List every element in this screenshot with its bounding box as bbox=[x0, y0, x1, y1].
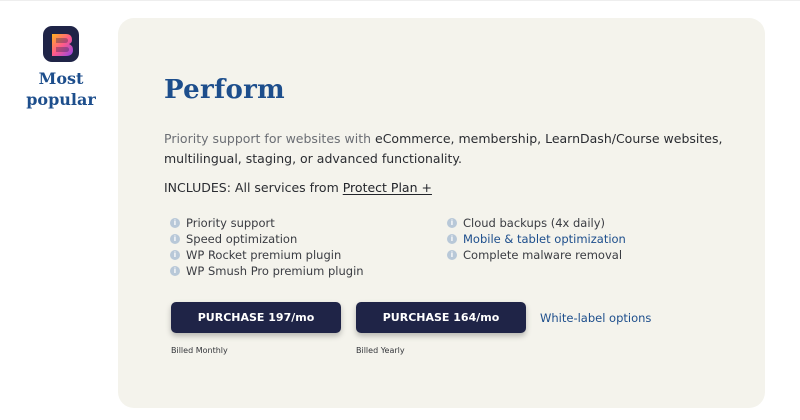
includes-line: INCLUDES: All services from Protect Plan… bbox=[164, 180, 432, 195]
plan-card: Perform Priority support for websites wi… bbox=[118, 18, 765, 408]
feature-label: WP Rocket premium plugin bbox=[186, 248, 342, 262]
feature-label: Complete malware removal bbox=[463, 248, 623, 262]
billed-yearly-note: Billed Yearly bbox=[356, 346, 405, 355]
feature-label: Speed optimization bbox=[186, 232, 298, 246]
info-icon[interactable]: i bbox=[447, 250, 457, 260]
most-popular-badge: Most popular bbox=[22, 26, 100, 110]
includes-label: INCLUDES: bbox=[164, 180, 231, 195]
most-popular-label: Most popular bbox=[26, 69, 96, 109]
includes-text: All services from bbox=[234, 180, 339, 195]
feature-list-right: i Cloud backups (4x daily) i Mobile & tabl… bbox=[447, 215, 626, 263]
info-icon[interactable]: i bbox=[170, 250, 180, 260]
feature-item: i Priority support bbox=[170, 215, 364, 231]
mobile-optimization-link[interactable]: Mobile & tablet optimization bbox=[463, 232, 626, 246]
feature-list-left: i Priority support i Speed optimization iW… bbox=[170, 215, 364, 279]
feature-item: i Cloud backups (4x daily) bbox=[447, 215, 626, 231]
feature-item: i WP Smush Pro premium plugin bbox=[170, 263, 364, 279]
feature-item: i WP Rocket premium plugin bbox=[170, 247, 364, 263]
feature-item: i Mobile & tablet optimization bbox=[447, 231, 626, 247]
info-icon[interactable]: i bbox=[447, 234, 457, 244]
feature-label: Cloud backups (4x daily) bbox=[463, 216, 606, 230]
white-label-options-link[interactable]: White-label options bbox=[540, 311, 651, 325]
feature-label: Priority support bbox=[186, 216, 275, 230]
info-icon[interactable]: i bbox=[170, 266, 180, 276]
info-icon[interactable]: i bbox=[170, 234, 180, 244]
purchase-yearly-button[interactable]: PURCHASE 164/mo bbox=[356, 302, 526, 333]
feature-item: i Complete malware removal bbox=[447, 247, 626, 263]
feature-item: i Speed optimization bbox=[170, 231, 364, 247]
info-icon[interactable]: i bbox=[170, 218, 180, 228]
info-icon[interactable]: i bbox=[447, 218, 457, 228]
plan-description-intro: Priority support for websites with bbox=[164, 131, 375, 146]
protect-plan-link[interactable]: Protect Plan + bbox=[343, 180, 432, 195]
plan-description: Priority support for websites with eComm… bbox=[164, 129, 724, 169]
feature-label: WP Smush Pro premium plugin bbox=[186, 264, 364, 278]
billed-monthly-note: Billed Monthly bbox=[171, 346, 228, 355]
plan-title: Perform bbox=[164, 75, 285, 105]
top-divider bbox=[0, 0, 800, 1]
purchase-monthly-button[interactable]: PURCHASE 197/mo bbox=[171, 302, 341, 333]
brand-logo-icon bbox=[43, 26, 79, 62]
